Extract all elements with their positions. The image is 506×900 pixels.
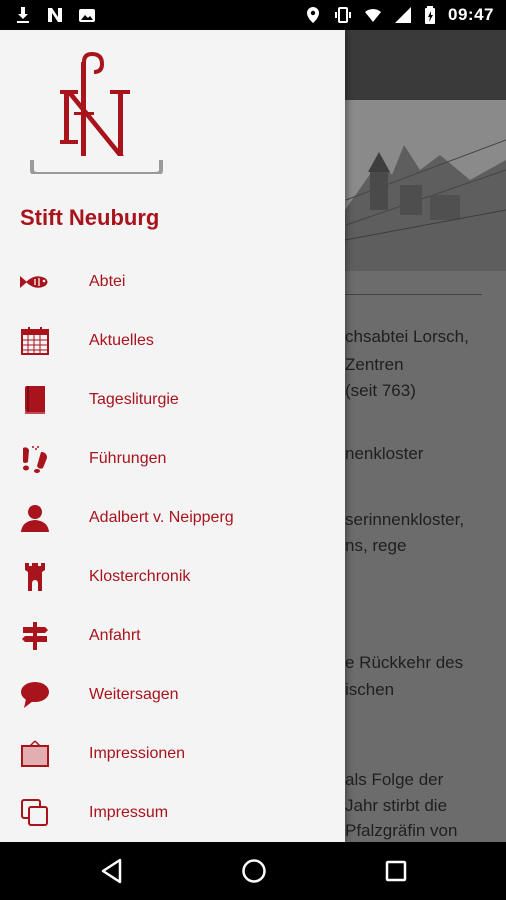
menu-item-label: Anfahrt	[89, 626, 141, 644]
location-icon	[307, 7, 320, 23]
picture-frame-icon	[19, 738, 51, 770]
system-navigation-bar	[0, 842, 506, 900]
status-bar: 09:47	[0, 0, 506, 30]
body-text-line: Jahr stirbt die	[345, 796, 448, 815]
vibrate-icon	[335, 7, 352, 23]
menu-item-tagesliturgie[interactable]: Tagesliturgie	[0, 370, 345, 429]
menu-item-impressum[interactable]: Impressum	[0, 783, 345, 842]
menu-item-label: Tagesliturgie	[89, 390, 179, 408]
calendar-icon	[19, 325, 51, 357]
body-text-line: Pfalzgräfin von	[345, 821, 458, 840]
menu-item-label: Impressionen	[89, 744, 186, 762]
drawer-menu: Abtei Aktuelles Tagesliturgie Führungen	[0, 252, 345, 842]
body-text-line: ns, rege	[345, 536, 407, 555]
menu-item-anfahrt[interactable]: Anfahrt	[0, 606, 345, 665]
menu-item-fuehrungen[interactable]: Führungen	[0, 429, 345, 488]
recents-icon[interactable]	[381, 856, 411, 886]
stift-neuburg-logo	[30, 52, 163, 174]
home-icon[interactable]	[239, 856, 269, 886]
divider	[330, 294, 482, 295]
menu-item-label: Weitersagen	[89, 685, 179, 703]
body-text-line: chsabtei Lorsch,	[345, 327, 469, 346]
menu-item-abtei[interactable]: Abtei	[0, 252, 345, 311]
speech-bubble-icon	[19, 679, 51, 711]
download-icon	[17, 7, 29, 23]
menu-item-weitersagen[interactable]: Weitersagen	[0, 665, 345, 724]
menu-item-label: Führungen	[89, 449, 167, 467]
signal-icon	[395, 7, 412, 23]
menu-item-label: Impressum	[89, 803, 169, 821]
body-text-line: als Folge der	[345, 770, 444, 789]
clock: 09:47	[448, 5, 494, 24]
body-text-line: e Rückkehr des	[345, 653, 464, 672]
body-text-line: ischen	[345, 680, 395, 699]
menu-item-label: Abtei	[89, 272, 126, 290]
menu-item-adalbert[interactable]: Adalbert v. Neipperg	[0, 488, 345, 547]
copy-icon	[19, 797, 51, 829]
n-notification-icon	[48, 8, 62, 22]
menu-item-label: Klosterchronik	[89, 567, 191, 585]
photo-icon	[79, 9, 95, 22]
menu-item-klosterchronik[interactable]: Klosterchronik	[0, 547, 345, 606]
body-text-line: (seit 763)	[345, 381, 416, 400]
body-text-line: serinnenkloster,	[345, 510, 465, 529]
menu-item-label: Aktuelles	[89, 331, 154, 349]
navigation-drawer: Stift Neuburg Abtei Aktuelles Tageslitur…	[0, 30, 345, 842]
person-icon	[19, 502, 51, 534]
menu-item-label: Adalbert v. Neipperg	[89, 508, 234, 526]
battery-icon	[425, 6, 436, 24]
body-text-line: Zentren	[345, 355, 404, 374]
fish-icon	[19, 266, 51, 298]
menu-item-aktuelles[interactable]: Aktuelles	[0, 311, 345, 370]
body-text-line: nenkloster	[345, 444, 424, 463]
drawer-title: Stift Neuburg	[20, 205, 160, 230]
menu-item-impressionen[interactable]: Impressionen	[0, 724, 345, 783]
wifi-icon	[365, 8, 382, 22]
tower-icon	[19, 561, 51, 593]
footsteps-icon	[19, 443, 51, 475]
signpost-icon	[19, 620, 51, 652]
back-icon[interactable]	[97, 856, 127, 886]
book-icon	[19, 384, 51, 416]
